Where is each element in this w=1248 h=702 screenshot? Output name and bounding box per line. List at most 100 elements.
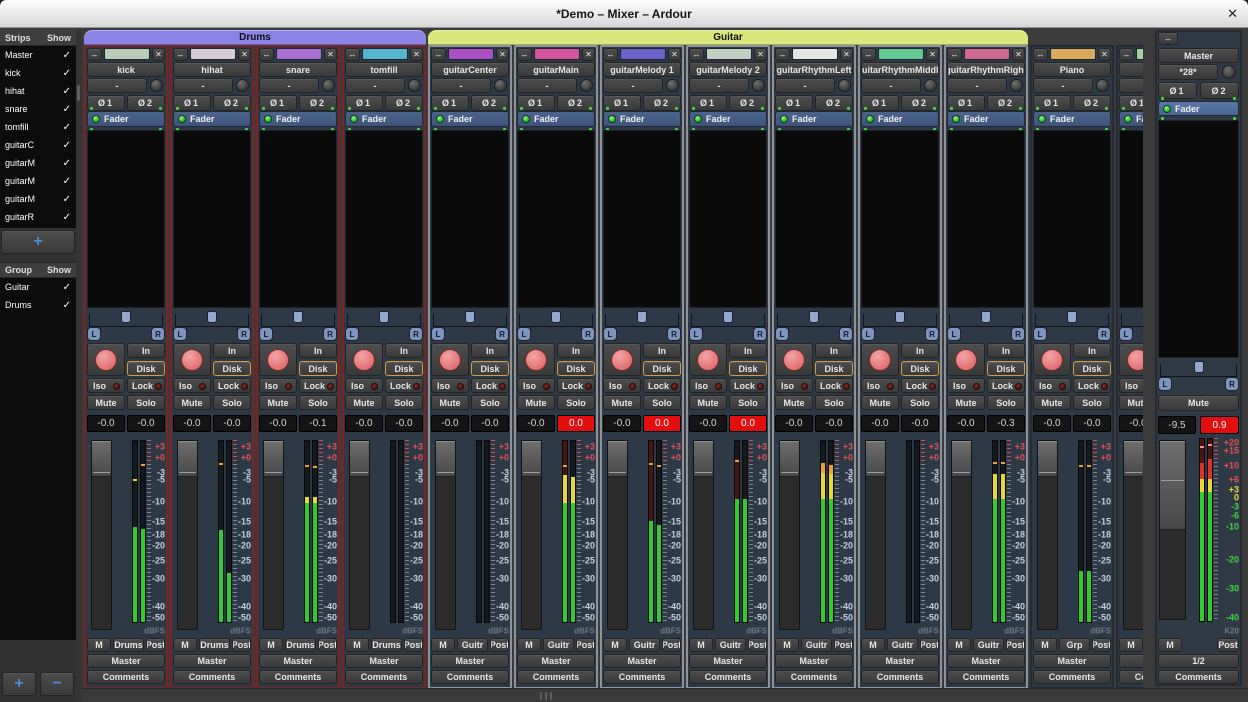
pan-left-button[interactable]: L xyxy=(431,327,445,341)
input-button[interactable]: In xyxy=(557,343,595,358)
mono-button[interactable]: M xyxy=(517,638,541,652)
processor-box[interactable] xyxy=(517,130,595,308)
output-button[interactable]: Master xyxy=(173,654,251,668)
fader-slider[interactable] xyxy=(607,440,628,630)
pan-left-button[interactable]: L xyxy=(345,327,359,341)
input-button[interactable]: In xyxy=(643,343,681,358)
scrollbar-thumb[interactable] xyxy=(540,692,556,700)
pan-right-button[interactable]: R xyxy=(667,327,681,341)
trim-knob[interactable] xyxy=(494,79,507,92)
trim-knob[interactable] xyxy=(1010,79,1023,92)
mono-button[interactable]: M xyxy=(861,638,885,652)
solo-button[interactable]: Solo xyxy=(471,395,509,410)
strip-name-button[interactable]: Piano xyxy=(1033,62,1111,77)
comments-button[interactable]: Comments xyxy=(345,670,423,684)
pan-left-button[interactable]: L xyxy=(603,327,617,341)
group-list-item[interactable]: Guitar✓ xyxy=(0,278,76,296)
peak-display[interactable]: 0.0 xyxy=(729,415,767,432)
strip-name-button[interactable]: Master xyxy=(1158,48,1239,63)
pan-right-button[interactable]: R xyxy=(839,327,853,341)
close-strip-icon[interactable]: ✕ xyxy=(754,48,767,61)
strip-color-bar[interactable] xyxy=(190,48,236,60)
pan-handle[interactable] xyxy=(551,311,561,323)
solo-button[interactable]: Solo xyxy=(213,395,251,410)
trim-knob[interactable] xyxy=(1222,65,1236,79)
group-button[interactable]: Guitr xyxy=(543,638,574,652)
fader-handle[interactable] xyxy=(264,441,283,477)
fader-processor[interactable]: Fader xyxy=(345,111,423,127)
narrow-strip-icon[interactable]: ↔ xyxy=(775,48,790,61)
trim-knob[interactable] xyxy=(752,79,765,92)
record-enable-button[interactable] xyxy=(345,343,383,376)
metering-point-button[interactable]: Post xyxy=(146,638,165,652)
trim-knob[interactable] xyxy=(408,79,421,92)
metering-point-button[interactable]: Post xyxy=(1217,638,1239,652)
input-button[interactable]: In xyxy=(127,343,165,358)
mono-button[interactable]: M xyxy=(87,638,111,652)
mute-button[interactable]: Mute xyxy=(689,395,727,410)
narrow-strip-icon[interactable]: ↔ xyxy=(947,48,962,61)
strips-list-item[interactable]: tomfill✓ xyxy=(0,118,76,136)
iso-button[interactable]: Iso xyxy=(431,378,469,393)
trim-button[interactable]: - xyxy=(87,78,147,93)
pan-widget[interactable]: LR xyxy=(689,310,767,342)
close-icon[interactable]: ✕ xyxy=(1227,6,1238,22)
output-button[interactable]: Master xyxy=(259,654,337,668)
output-button[interactable]: Master xyxy=(431,654,509,668)
iso-button[interactable]: Iso xyxy=(517,378,555,393)
peak-display[interactable]: -0.0 xyxy=(1073,415,1111,432)
pan-widget[interactable]: LR xyxy=(603,310,681,342)
comments-button[interactable]: Comments xyxy=(259,670,337,684)
output-button[interactable]: Master xyxy=(345,654,423,668)
disk-button[interactable]: Disk xyxy=(127,361,165,376)
pan-handle[interactable] xyxy=(981,311,991,323)
strip-color-bar[interactable] xyxy=(1136,48,1143,60)
trim-knob[interactable] xyxy=(580,79,593,92)
processor-box[interactable] xyxy=(689,130,767,308)
disk-button[interactable]: Disk xyxy=(557,361,595,376)
narrow-strip-icon[interactable]: ↔ xyxy=(345,48,360,61)
pan-widget[interactable]: LR xyxy=(431,310,509,342)
check-icon[interactable]: ✓ xyxy=(63,194,71,205)
mute-button[interactable]: Mute xyxy=(173,395,211,410)
check-icon[interactable]: ✓ xyxy=(63,50,71,61)
processor-box[interactable] xyxy=(1033,130,1111,308)
fader-processor[interactable]: Fader xyxy=(259,111,337,127)
strips-list-item[interactable]: guitarR✓ xyxy=(0,208,76,226)
record-enable-button[interactable] xyxy=(259,343,297,376)
strip-color-bar[interactable] xyxy=(104,48,150,60)
group-list-item[interactable]: Drums✓ xyxy=(0,296,76,314)
mute-button[interactable]: Mute xyxy=(603,395,641,410)
group-button[interactable]: Guitr xyxy=(801,638,832,652)
pan-widget[interactable]: LR xyxy=(1033,310,1111,342)
record-enable-button[interactable] xyxy=(947,343,985,376)
lock-button[interactable]: Lock xyxy=(1073,378,1111,393)
pan-handle[interactable] xyxy=(637,311,647,323)
narrow-strip-icon[interactable]: ↔ xyxy=(517,48,532,61)
peak-display[interactable]: -0.0 xyxy=(471,415,509,432)
strips-list-item[interactable]: guitarM✓ xyxy=(0,172,76,190)
pan-handle[interactable] xyxy=(1194,361,1204,373)
peak-display[interactable]: -0.0 xyxy=(213,415,251,432)
pan-widget[interactable]: LR xyxy=(947,310,1025,342)
peak-display[interactable]: -0.0 xyxy=(385,415,423,432)
output-button[interactable]: Master xyxy=(775,654,853,668)
pan-left-button[interactable]: L xyxy=(1158,377,1172,391)
check-icon[interactable]: ✓ xyxy=(63,122,71,133)
lock-button[interactable]: Lock xyxy=(127,378,165,393)
fader-slider[interactable] xyxy=(1037,440,1058,630)
comments-button[interactable]: Comments xyxy=(173,670,251,684)
pan-handle[interactable] xyxy=(809,311,819,323)
disk-button[interactable]: Disk xyxy=(815,361,853,376)
solo-button[interactable]: Solo xyxy=(1073,395,1111,410)
pan-widget[interactable]: LR xyxy=(517,310,595,342)
fader-handle[interactable] xyxy=(866,441,885,477)
narrow-strip-icon[interactable]: ↔ xyxy=(87,48,102,61)
processor-box[interactable] xyxy=(1119,130,1143,308)
mute-button[interactable]: Mute xyxy=(431,395,469,410)
pan-widget[interactable]: LR xyxy=(87,310,165,342)
trim-button[interactable]: - xyxy=(603,78,663,93)
pan-handle[interactable] xyxy=(723,311,733,323)
fader-processor[interactable]: Fader xyxy=(603,111,681,127)
remove-group-button[interactable]: − xyxy=(40,672,74,696)
